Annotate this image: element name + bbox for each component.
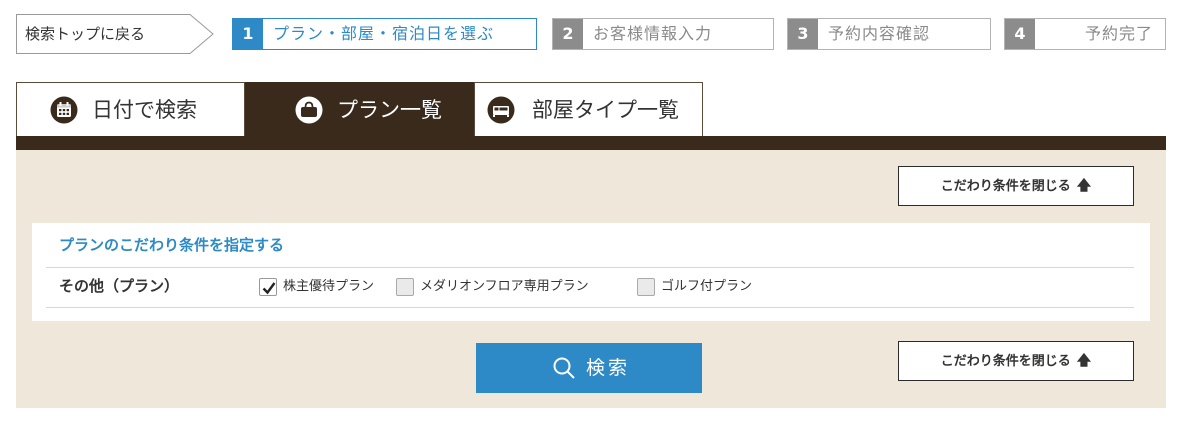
tab-room-type-list[interactable]: 部屋タイプ一覧 xyxy=(474,82,703,136)
option-label: ゴルフ付プラン xyxy=(661,279,753,294)
close-conditions-label: こだわり条件を閉じる xyxy=(940,354,1071,369)
step-label: お客様情報入力 xyxy=(593,24,713,43)
conditions-box: プランのこだわり条件を指定する その他（プラン） 株主優待プラン メダリオンフロ… xyxy=(32,223,1150,321)
step-number: 1 xyxy=(233,19,263,49)
step-label: プラン・部屋・宿泊日を選ぶ xyxy=(273,24,495,43)
step-number: 3 xyxy=(788,19,818,49)
option-label: メダリオンフロア専用プラン xyxy=(420,279,589,294)
bag-icon xyxy=(295,96,323,129)
back-button-label: 検索トップに戻る xyxy=(25,25,146,43)
step-4: 4 予約完了 xyxy=(1004,18,1166,50)
bed-icon xyxy=(487,96,515,129)
up-arrow-icon: 🡅 xyxy=(1076,353,1092,369)
condition-row-label: その他（プラン） xyxy=(59,277,180,295)
search-icon xyxy=(553,357,575,379)
checkbox-checked[interactable] xyxy=(259,278,277,296)
step-number: 2 xyxy=(553,19,583,49)
checkmark-icon xyxy=(262,282,276,295)
close-conditions-button-bottom[interactable]: こだわり条件を閉じる 🡅 xyxy=(898,341,1134,381)
back-to-search-top-button[interactable]: 検索トップに戻る xyxy=(16,14,214,54)
tab-plan-list[interactable]: プラン一覧 xyxy=(245,82,474,136)
tab-label: プラン一覧 xyxy=(337,98,442,122)
divider xyxy=(46,307,1134,308)
step-number: 4 xyxy=(1005,19,1035,49)
calendar-icon xyxy=(50,96,78,129)
tab-label: 部屋タイプ一覧 xyxy=(532,98,679,122)
conditions-title: プランのこだわり条件を指定する xyxy=(59,236,285,254)
step-label: 予約内容確認 xyxy=(828,24,931,43)
tab-search-by-date[interactable]: 日付で検索 xyxy=(16,82,245,136)
step-label: 予約完了 xyxy=(1084,24,1153,43)
tab-label: 日付で検索 xyxy=(92,98,197,122)
filter-panel: こだわり条件を閉じる 🡅 プランのこだわり条件を指定する その他（プラン） 株主優… xyxy=(16,150,1166,408)
option-label: 株主優待プラン xyxy=(283,279,375,294)
up-arrow-icon: 🡅 xyxy=(1076,178,1092,194)
checkbox[interactable] xyxy=(396,278,414,296)
progress-stepbar: 検索トップに戻る 1 プラン・部屋・宿泊日を選ぶ 2 お客様情報入力 3 予約内… xyxy=(16,14,1166,54)
divider xyxy=(46,267,1134,268)
close-conditions-label: こだわり条件を閉じる xyxy=(940,179,1071,194)
search-button-label: 検索 xyxy=(586,357,631,379)
step-3: 3 予約内容確認 xyxy=(787,18,991,50)
search-button[interactable]: 検索 xyxy=(476,343,702,393)
checkbox[interactable] xyxy=(637,278,655,296)
step-2: 2 お客様情報入力 xyxy=(552,18,774,50)
tab-underline-bar xyxy=(16,136,1166,150)
close-conditions-button-top[interactable]: こだわり条件を閉じる 🡅 xyxy=(898,166,1134,206)
step-1: 1 プラン・部屋・宿泊日を選ぶ xyxy=(232,18,537,50)
